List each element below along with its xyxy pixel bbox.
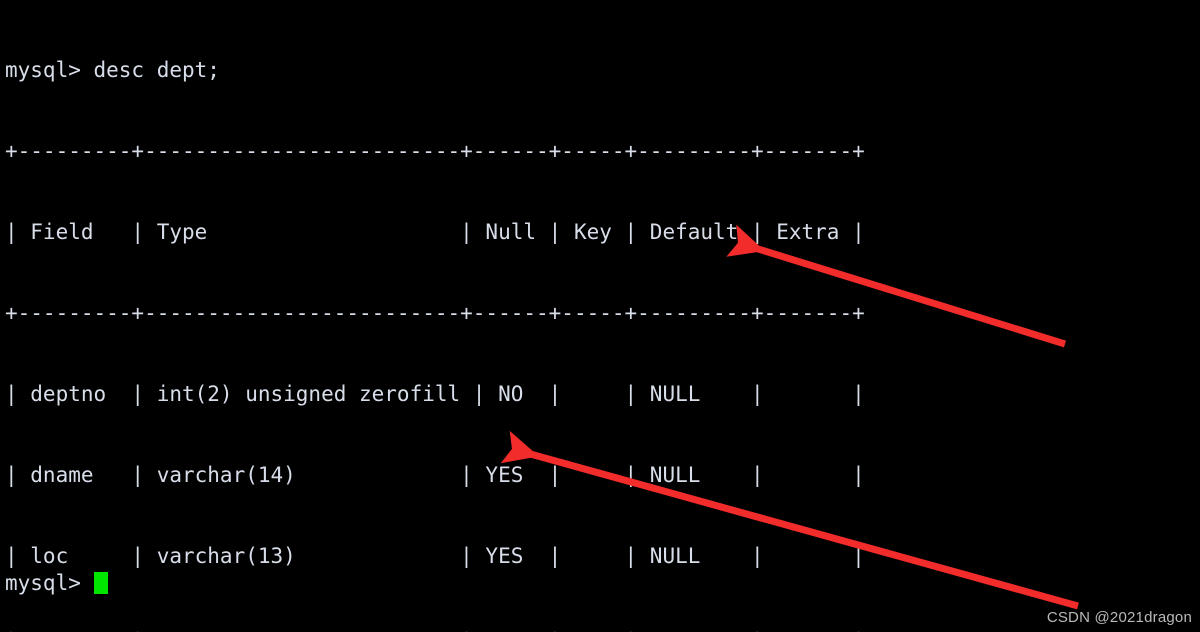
terminal-line: mysql> desc dept; [5, 58, 220, 82]
terminal-line: | loc | varchar(13) | YES | | NULL | | [5, 544, 865, 568]
text-cursor [93, 572, 108, 594]
terminal-screen: mysql> desc dept; +---------+-----------… [0, 0, 1200, 632]
terminal-line: | Field | Type | Null | Key | Default | … [5, 220, 865, 244]
terminal-output[interactable]: mysql> desc dept; +---------+-----------… [5, 3, 865, 632]
terminal-line: | dname | varchar(14) | YES | | NULL | | [5, 463, 865, 487]
terminal-line: | deptno | int(2) unsigned zerofill | NO… [5, 382, 865, 406]
terminal-line: +---------+-------------------------+---… [5, 139, 865, 163]
terminal-line: +---------+-------------------------+---… [5, 624, 865, 632]
prompt-label: mysql> [5, 571, 94, 595]
watermark-text: CSDN @2021dragon [1046, 609, 1192, 626]
terminal-prompt-line[interactable]: mysql> [5, 570, 108, 597]
terminal-line: +---------+-------------------------+---… [5, 301, 865, 325]
